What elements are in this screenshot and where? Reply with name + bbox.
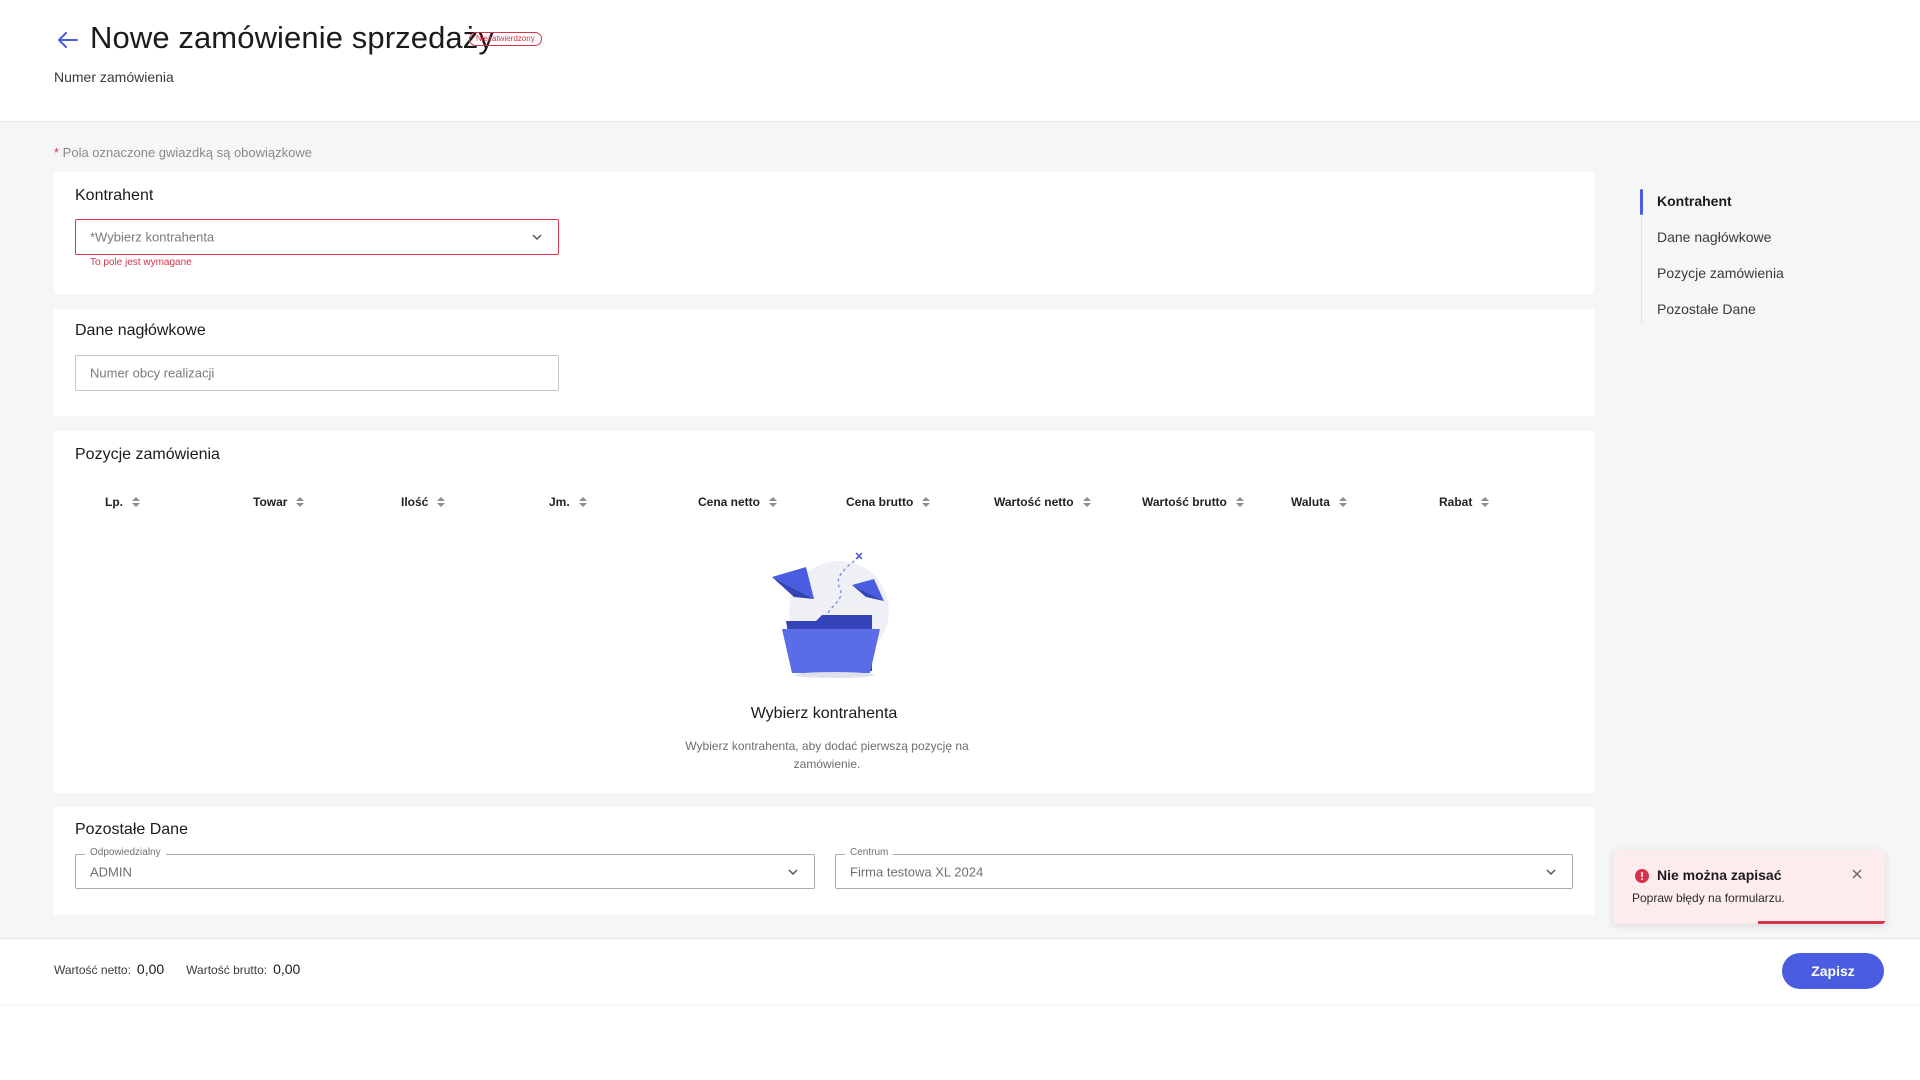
column-header-label: Rabat	[1439, 495, 1473, 509]
center-select[interactable]: Centrum Firma testowa XL 2024	[835, 847, 1573, 889]
gross-total-label: Wartość brutto:	[186, 963, 268, 977]
error-toast: Nie można zapisać Popraw błędy na formul…	[1613, 850, 1885, 924]
contractor-error-message: To pole jest wymagane	[90, 257, 192, 268]
close-icon[interactable]	[1847, 864, 1867, 884]
center-label: Centrum	[845, 847, 894, 858]
column-header-unit[interactable]: Jm.	[549, 495, 588, 509]
column-header-lp[interactable]: Lp.	[105, 495, 141, 509]
column-header-label: Cena brutto	[846, 495, 914, 509]
back-arrow-icon[interactable]	[54, 26, 82, 54]
page-footer: Wartość netto: 0,00 Wartość brutto: 0,00 Z…	[0, 938, 1920, 1004]
column-header-label: Jm.	[549, 495, 570, 509]
column-header-label: Wartość netto	[994, 495, 1074, 509]
empty-folder-illustration	[772, 552, 889, 678]
column-header-label: Towar	[253, 495, 288, 509]
error-icon	[1635, 869, 1649, 883]
sort-icon	[132, 497, 140, 507]
toast-message: Popraw błędy na formularzu.	[1632, 891, 1785, 905]
responsible-value: ADMIN	[90, 864, 132, 879]
column-header-label: Cena netto	[698, 495, 761, 509]
column-header-quantity[interactable]: Ilość	[401, 495, 446, 509]
sort-icon	[296, 497, 305, 507]
other-data-section: Pozostałe Dane Odpowiedzialny ADMIN Cent…	[54, 807, 1594, 915]
responsible-select[interactable]: Odpowiedzialny ADMIN	[75, 847, 815, 889]
toast-progress-bar	[1758, 921, 1885, 924]
chevron-down-icon	[532, 234, 542, 241]
required-fields-note: * Pola oznaczone gwiazdką są obowiązkowe	[54, 145, 312, 160]
page-title: Nowe zamówienie sprzedaży	[90, 20, 494, 55]
column-header-net-value[interactable]: Wartość netto	[994, 495, 1092, 509]
contractor-section-title: Kontrahent	[75, 187, 154, 204]
contractor-section: Kontrahent *Wybierz kontrahenta To pole …	[54, 172, 1594, 294]
contractor-select-placeholder: *Wybierz kontrahenta	[90, 229, 215, 245]
header-data-section: Dane nagłówkowe Numer obcy realizacji	[54, 309, 1594, 416]
chevron-down-icon	[788, 868, 798, 875]
sort-icon	[1235, 497, 1244, 507]
foreign-number-placeholder: Numer obcy realizacji	[90, 365, 215, 381]
toc-item-order-positions[interactable]: Pozycje zamówienia	[1640, 258, 1860, 294]
sort-icon	[1082, 497, 1091, 507]
sort-icon	[769, 497, 778, 507]
page-header: Nowe zamówienie sprzedaży Niezatwierdzon…	[0, 0, 1920, 122]
sort-icon	[1481, 497, 1490, 507]
section-navigation: Kontrahent Dane nagłówkowe Pozycje zamów…	[1640, 186, 1860, 330]
chevron-down-icon	[1546, 868, 1556, 875]
toc-item-other-data[interactable]: Pozostałe Dane	[1640, 294, 1860, 330]
gross-total: Wartość brutto: 0,00	[186, 961, 300, 977]
order-number-label: Numer zamówienia	[54, 69, 174, 85]
gross-total-value: 0,00	[273, 961, 301, 977]
order-positions-section: Pozycje zamówienia Lp. Towar Ilość Jm. C…	[54, 431, 1594, 793]
column-header-label: Waluta	[1291, 495, 1330, 509]
totals-summary: Wartość netto: 0,00 Wartość brutto: 0,00	[54, 961, 300, 977]
positions-table-header: Lp. Towar Ilość Jm. Cena netto Cena brut…	[54, 495, 1594, 519]
column-header-gross-price[interactable]: Cena brutto	[846, 495, 931, 509]
required-note-text: Pola oznaczone gwiazdką są obowiązkowe	[59, 145, 312, 160]
foreign-number-input[interactable]: Numer obcy realizacji	[75, 355, 559, 391]
column-header-label: Lp.	[105, 495, 123, 509]
column-header-gross-value[interactable]: Wartość brutto	[1142, 495, 1245, 509]
net-total: Wartość netto: 0,00	[54, 961, 164, 977]
sort-icon	[1338, 497, 1347, 507]
column-header-label: Wartość brutto	[1142, 495, 1227, 509]
form-area: * Pola oznaczone gwiazdką są obowiązkowe…	[0, 122, 1920, 938]
empty-state-title: Wybierz kontrahenta	[750, 705, 898, 722]
order-positions-section-title: Pozycje zamówienia	[75, 446, 220, 463]
header-data-section-title: Dane nagłówkowe	[75, 322, 206, 339]
sort-icon	[437, 497, 446, 507]
status-badge: Niezatwierdzony	[469, 32, 542, 46]
toc-item-contractor[interactable]: Kontrahent	[1640, 186, 1860, 222]
center-value: Firma testowa XL 2024	[850, 864, 984, 879]
sort-icon	[578, 497, 587, 507]
responsible-label: Odpowiedzialny	[85, 847, 166, 858]
column-header-discount[interactable]: Rabat	[1439, 495, 1490, 509]
toc-item-header-data[interactable]: Dane nagłówkowe	[1640, 222, 1860, 258]
empty-state-description: Wybierz kontrahenta, aby dodać pierwszą …	[685, 739, 969, 771]
net-total-value: 0,00	[136, 961, 165, 977]
column-header-currency[interactable]: Waluta	[1291, 495, 1348, 509]
column-header-net-price[interactable]: Cena netto	[698, 495, 778, 509]
toast-title: Nie można zapisać	[1657, 867, 1782, 883]
save-button[interactable]: Zapisz	[1782, 953, 1884, 989]
column-header-label: Ilość	[401, 495, 429, 509]
sort-icon	[922, 497, 931, 507]
net-total-label: Wartość netto:	[54, 963, 131, 977]
contractor-select[interactable]: *Wybierz kontrahenta	[75, 219, 559, 255]
other-data-section-title: Pozostałe Dane	[75, 821, 188, 838]
column-header-product[interactable]: Towar	[253, 495, 305, 509]
